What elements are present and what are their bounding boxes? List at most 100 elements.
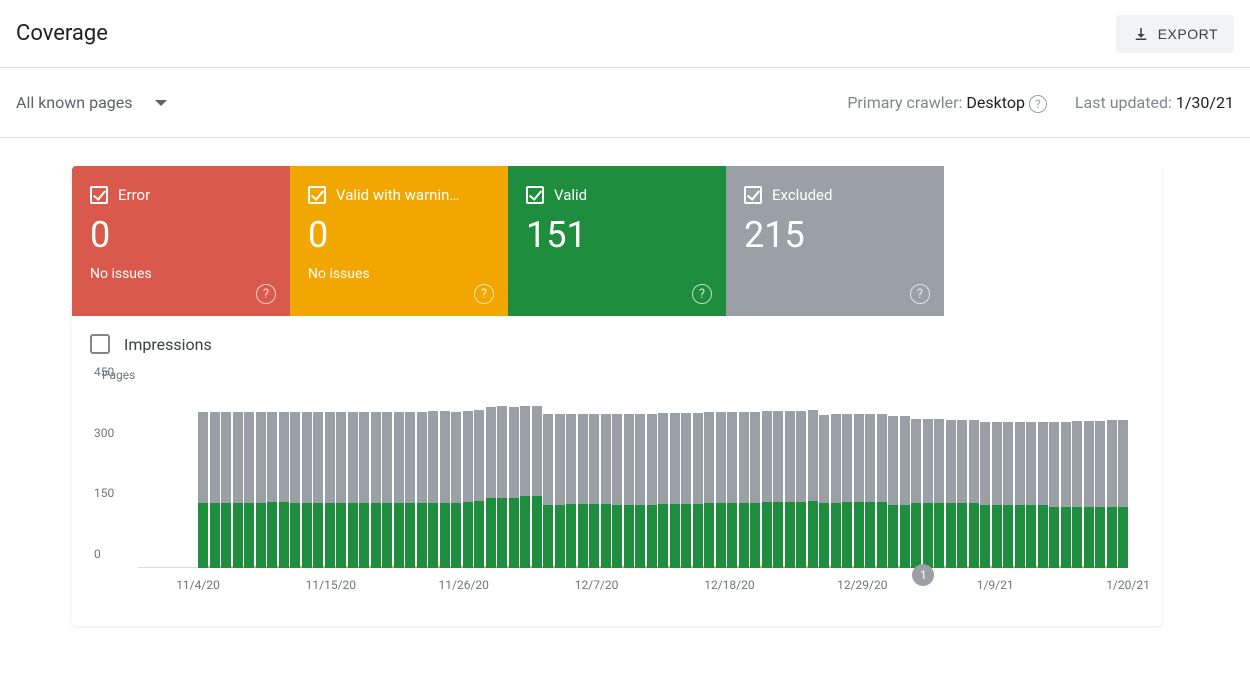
chart-bar	[831, 414, 841, 568]
chart-bar	[716, 412, 726, 568]
chart-bar	[371, 412, 381, 568]
chart-bar	[313, 412, 323, 568]
chart-bar	[877, 414, 887, 568]
chart-plot-area[interactable]: 11/4/2011/15/2011/26/2012/7/2012/18/2012…	[138, 386, 1128, 606]
chart-xticks: 11/4/2011/15/2011/26/2012/7/2012/18/2012…	[198, 578, 1128, 598]
chart-bar	[773, 411, 783, 568]
chart-bar	[612, 414, 622, 568]
chart-ytick: 0	[94, 547, 101, 561]
last-updated: Last updated: 1/30/21	[1075, 93, 1234, 112]
crawler-value: Desktop	[966, 93, 1025, 112]
chart-bar	[992, 422, 1002, 568]
stat-excluded-label: Excluded	[772, 186, 832, 204]
chart-bar	[842, 414, 852, 568]
chart-xtick: 12/29/20	[837, 578, 887, 592]
checkbox-icon	[526, 186, 544, 204]
chart-bar	[888, 416, 898, 568]
stat-valid-label: Valid	[554, 186, 587, 204]
chart-bar	[739, 412, 749, 568]
stat-error-value: 0	[90, 214, 272, 256]
chart-bar	[946, 420, 956, 568]
filter-bar: All known pages Primary crawler: Desktop…	[0, 68, 1250, 138]
chart-ytick: 150	[94, 486, 114, 500]
stat-excluded[interactable]: Excluded 215 ?	[726, 166, 944, 316]
chart-bar	[750, 412, 760, 568]
stat-warning-value: 0	[308, 214, 490, 256]
chart-bar	[727, 412, 737, 568]
chart-bar	[267, 412, 277, 568]
coverage-card: Error 0 No issues ? Valid with warnin… 0…	[72, 166, 1162, 626]
chart-bar	[854, 414, 864, 568]
chart-bar	[405, 412, 415, 568]
help-icon[interactable]: ?	[910, 284, 930, 304]
stat-excluded-value: 215	[744, 214, 926, 256]
chart-bar	[555, 414, 565, 568]
export-button[interactable]: EXPORT	[1116, 15, 1234, 53]
stat-warning[interactable]: Valid with warnin… 0 No issues ?	[290, 166, 508, 316]
help-icon[interactable]: ?	[256, 284, 276, 304]
chart-bars	[198, 386, 1128, 568]
chart-xtick: 1/20/21	[1106, 578, 1150, 592]
chart-bar	[532, 406, 542, 568]
chart-bar	[279, 412, 289, 568]
chart-bar	[233, 412, 243, 568]
chart-bar	[1015, 422, 1025, 568]
chart-bar	[1049, 422, 1059, 568]
pages-filter-dropdown[interactable]: All known pages	[16, 93, 167, 112]
chart-bar	[578, 414, 588, 568]
chart-bar	[957, 420, 967, 568]
status-summary-row: Error 0 No issues ? Valid with warnin… 0…	[72, 166, 1162, 316]
chart-bar	[923, 419, 933, 568]
chart-ytick: 450	[94, 365, 114, 379]
export-label: EXPORT	[1158, 26, 1218, 42]
checkbox-icon	[744, 186, 762, 204]
help-icon[interactable]: ?	[474, 284, 494, 304]
stat-valid-value: 151	[526, 214, 708, 256]
chart-bar	[1118, 420, 1128, 568]
chart-bar	[785, 411, 795, 568]
checkbox-icon	[308, 186, 326, 204]
stat-error[interactable]: Error 0 No issues ?	[72, 166, 290, 316]
help-icon[interactable]: ?	[1029, 95, 1047, 113]
chart-bar	[624, 414, 634, 568]
chart-xtick: 11/4/20	[176, 578, 220, 592]
chart-bar	[900, 416, 910, 568]
chart-bar	[1003, 422, 1013, 568]
chart-bar	[1061, 422, 1071, 568]
chart-annotation-marker[interactable]: 1	[912, 564, 934, 586]
chart-bar	[221, 412, 231, 568]
stat-warning-label: Valid with warnin…	[336, 186, 459, 204]
chart-bar	[681, 413, 691, 568]
chart-xtick: 1/9/21	[977, 578, 1014, 592]
impressions-toggle[interactable]: Impressions	[72, 316, 1162, 360]
chart-bar	[474, 410, 484, 568]
chart-bar	[543, 414, 553, 568]
chart-bar	[762, 411, 772, 568]
chart-bar	[670, 413, 680, 568]
chart-bar	[428, 411, 438, 568]
impressions-label: Impressions	[124, 335, 212, 354]
chart-bar	[1026, 422, 1036, 568]
chart-bar	[796, 411, 806, 568]
stat-valid[interactable]: Valid 151 ?	[508, 166, 726, 316]
chart-bar	[359, 412, 369, 568]
chart-bar	[911, 419, 921, 568]
help-icon[interactable]: ?	[692, 284, 712, 304]
chart-bar	[980, 422, 990, 568]
coverage-chart: Pages 11/4/2011/15/2011/26/2012/7/2012/1…	[72, 360, 1162, 626]
chart-bar	[336, 412, 346, 568]
chart-bar	[486, 407, 496, 568]
chart-ylabel: Pages	[102, 368, 1144, 382]
chart-bar	[198, 412, 208, 568]
chart-bar	[1084, 421, 1094, 568]
chart-bar	[302, 412, 312, 568]
chart-bar	[244, 412, 254, 568]
crawler-label: Primary crawler:	[847, 93, 962, 112]
chart-bar	[325, 412, 335, 568]
chart-bar	[210, 412, 220, 568]
chart-bar	[417, 412, 427, 568]
chart-bar	[589, 414, 599, 568]
chart-bar	[635, 414, 645, 568]
chart-bar	[1095, 421, 1105, 568]
chart-xtick: 11/15/20	[306, 578, 356, 592]
